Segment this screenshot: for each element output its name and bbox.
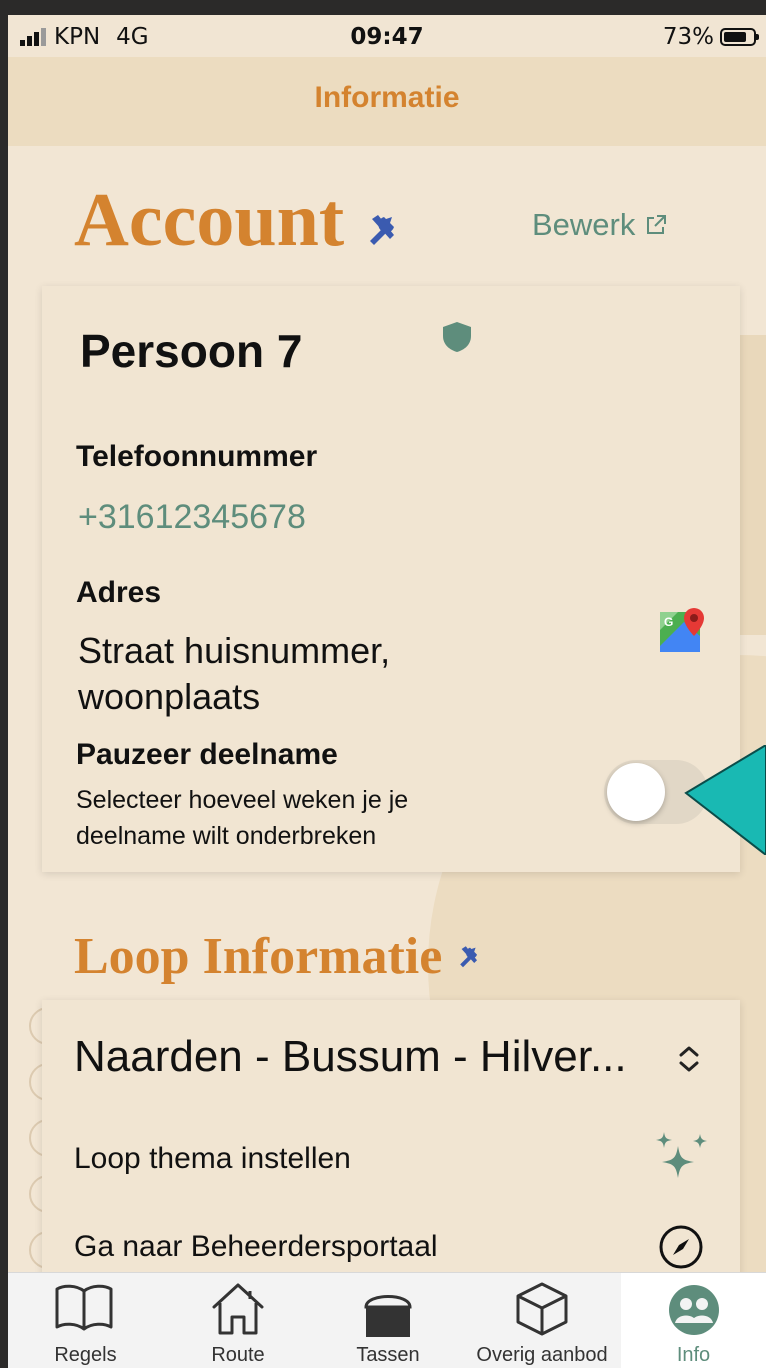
address-label: Adres (76, 576, 162, 609)
theme-label[interactable]: Loop thema instellen (74, 1142, 351, 1176)
annotation-arrow (684, 745, 766, 855)
page-title: Informatie (314, 81, 460, 114)
loop-title: Loop Informatie (74, 928, 443, 985)
tools-icon (460, 946, 477, 968)
account-title: Account (74, 178, 345, 262)
chevron-up-down-icon[interactable] (676, 1044, 702, 1074)
tools-icon (370, 215, 394, 245)
svg-text:G: G (664, 615, 673, 629)
pause-description-line-2: deelname wilt onderbreken (76, 822, 377, 850)
shield-icon (443, 322, 471, 352)
address-line-1: Straat huisnummer, (78, 630, 391, 671)
status-right: 73% (662, 24, 759, 50)
phone-value[interactable]: +31612345678 (78, 498, 306, 537)
tab-tassen-label: Tassen (356, 1344, 420, 1366)
route-selector[interactable]: Naarden - Bussum - Hilver... (74, 1032, 627, 1082)
pause-title: Pauzeer deelname (76, 738, 338, 771)
tab-info-label: Info (676, 1344, 711, 1366)
tab-route-label: Route (211, 1344, 265, 1366)
status-time: 09:47 (350, 24, 424, 50)
portal-label[interactable]: Ga naar Beheerdersportaal (74, 1230, 438, 1264)
battery-icon (720, 28, 759, 46)
person-name: Persoon 7 (80, 325, 303, 377)
toggle-knob (607, 763, 665, 821)
tab-regels[interactable]: Regels (8, 1273, 163, 1368)
google-maps-icon[interactable]: G (658, 606, 708, 656)
people-icon (669, 1285, 719, 1335)
battery-percent: 73% (662, 24, 714, 50)
tab-bar: Regels Route Tassen Overig aanbod Info (8, 1272, 766, 1368)
book-icon (55, 1284, 113, 1331)
house-icon (212, 1283, 264, 1335)
edit-label: Bewerk (532, 207, 636, 242)
loop-card: Naarden - Bussum - Hilver... Loop thema … (42, 1000, 740, 1300)
nav-bar: Informatie (8, 57, 766, 146)
cube-icon (516, 1282, 568, 1336)
address-line-2: woonplaats (78, 676, 261, 717)
edit-button[interactable]: Bewerk (532, 207, 667, 243)
sparkles-icon[interactable] (652, 1130, 710, 1188)
tab-overig-aanbod-label: Overig aanbod (476, 1344, 608, 1366)
compass-icon[interactable] (658, 1224, 704, 1270)
external-link-icon (647, 215, 667, 234)
tab-overig-aanbod[interactable]: Overig aanbod (463, 1273, 621, 1368)
tab-route[interactable]: Route (163, 1273, 313, 1368)
status-bar: KPN 4G 09:47 73% (8, 15, 766, 57)
tab-regels-label: Regels (54, 1344, 117, 1366)
account-card: Persoon 7 Telefoonnummer +31612345678 Ad… (42, 286, 740, 872)
tab-info[interactable]: Info (621, 1273, 766, 1368)
pause-description-line-1: Selecteer hoeveel weken je je (76, 786, 409, 814)
phone-screen: KPN 4G 09:47 73% Informatie Account Bewe… (8, 15, 766, 1368)
phone-label: Telefoonnummer (76, 440, 318, 473)
tab-tassen[interactable]: Tassen (313, 1273, 463, 1368)
bag-icon (364, 1295, 412, 1337)
